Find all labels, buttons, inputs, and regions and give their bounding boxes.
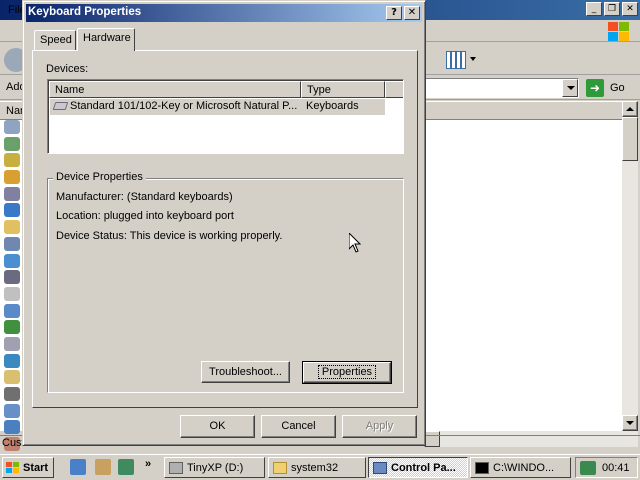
device-name: Standard 101/102-Key or Microsoft Natura… [70,100,298,112]
console-icon [475,461,489,474]
name-column-header[interactable]: Name [49,81,301,98]
internet-options-icon[interactable] [4,253,20,268]
scroll-down-button[interactable] [622,415,638,431]
admin-tools-icon[interactable] [4,170,20,185]
scheduled-tasks-icon[interactable] [4,370,20,385]
add-hardware-icon[interactable] [4,136,20,151]
mouse-pointer-icon [349,233,361,253]
tab-speed-label: Speed [40,34,72,46]
control-panel-icon [373,461,387,474]
task-system32-label: system32 [291,461,339,474]
task-command-prompt[interactable]: C:\WINDO... [470,457,571,478]
restore-button[interactable]: ❐ [604,2,620,16]
properties-button[interactable]: Properties [302,361,392,384]
type-column-header[interactable]: Type [301,81,385,98]
task-tinyxp[interactable]: TinyXP (D:) [164,457,265,478]
system-icon[interactable] [4,403,20,418]
help-button[interactable]: ? [386,6,402,20]
game-controllers-icon[interactable] [4,236,20,251]
device-type: Keyboards [306,100,359,112]
power-options-icon[interactable] [4,320,20,335]
tab-speed[interactable]: Speed [34,30,76,50]
cancel-button[interactable]: Cancel [261,415,336,438]
task-control-panel[interactable]: Control Pa... [368,457,468,478]
device-status-text: Device Status: This device is working pr… [56,230,283,242]
cancel-label: Cancel [281,420,316,432]
dialog-titlebar[interactable]: Keyboard Properties ? ✕ [26,4,422,22]
address-dropdown-button[interactable] [562,79,578,97]
task-tinyxp-label: TinyXP (D:) [187,461,244,474]
clock[interactable]: 00:41 [602,462,630,474]
scroll-up-button[interactable] [622,101,638,117]
go-label: Go [610,82,625,94]
sounds-icon[interactable] [4,387,20,401]
quick-launch-app-icon[interactable] [95,459,111,475]
device-row[interactable]: Standard 101/102-Key or Microsoft Natura… [50,99,385,115]
chevron-down-icon [470,57,476,61]
vertical-scrollbar[interactable] [622,101,638,431]
troubleshoot-label: Troubleshoot... [209,366,282,378]
background-window-controls: _ ❐ ✕ [586,2,638,16]
date-time-icon[interactable] [4,186,20,201]
folder-options-icon[interactable] [4,220,20,235]
task-command-prompt-label: C:\WINDO... [493,461,555,474]
folder-icon [273,461,287,474]
system-tray: 00:41 [575,457,638,478]
location-text: Location: plugged into keyboard port [56,210,234,222]
regional-icon[interactable] [4,353,20,368]
tray-network-icon[interactable] [580,460,596,475]
scroll-thumb[interactable] [622,117,638,161]
go-button[interactable]: ➜ Go [586,79,625,97]
add-remove-programs-icon[interactable] [4,153,20,168]
ok-button[interactable]: OK [180,415,255,438]
taskbar-icon[interactable] [4,420,20,435]
close-button[interactable]: ✕ [622,2,638,16]
task-control-panel-label: Control Pa... [391,461,456,474]
start-label: Start [23,461,49,474]
views-icon [446,51,466,69]
views-button[interactable] [444,49,478,71]
keyboard-properties-dialog: Keyboard Properties ? ✕ Speed Hardware D… [22,0,426,446]
manufacturer-text: Manufacturer: (Standard keyboards) [56,191,233,203]
keyboard-icon[interactable] [4,270,20,285]
display-icon[interactable] [4,203,20,218]
windows-logo-icon [608,22,632,42]
devices-list[interactable]: Name Type Standard 101/102-Key or Micros… [47,79,404,154]
troubleshoot-button[interactable]: Troubleshoot... [201,361,290,383]
drive-icon [169,461,183,474]
devices-label: Devices: [46,63,89,75]
properties-label: Properties [317,365,377,379]
column-header-filler [385,81,403,98]
ok-label: OK [209,420,226,432]
device-properties-title: Device Properties [53,171,146,183]
dialog-title: Keyboard Properties [28,6,142,18]
quick-launch-tool-icon[interactable] [118,459,134,475]
printers-icon[interactable] [4,336,20,351]
windows-flag-icon [6,461,20,474]
tab-hardware[interactable]: Hardware [77,28,135,51]
task-system32[interactable]: system32 [268,457,366,478]
minimize-button[interactable]: _ [586,2,602,16]
address-input[interactable] [424,78,579,98]
close-button[interactable]: ✕ [404,6,420,20]
tab-hardware-label: Hardware [83,32,131,44]
start-button[interactable]: Start [2,457,54,478]
mouse-icon[interactable] [4,286,20,301]
quick-launch-more-button[interactable]: » [145,458,151,470]
network-icon[interactable] [4,303,20,318]
go-arrow-icon: ➜ [586,79,604,97]
apply-button[interactable]: Apply [342,415,417,438]
control-panel-icon-list [4,120,22,454]
keyboard-icon [52,102,69,110]
accessibility-icon[interactable] [4,120,20,134]
apply-label: Apply [365,420,394,432]
show-desktop-icon[interactable] [70,459,86,475]
